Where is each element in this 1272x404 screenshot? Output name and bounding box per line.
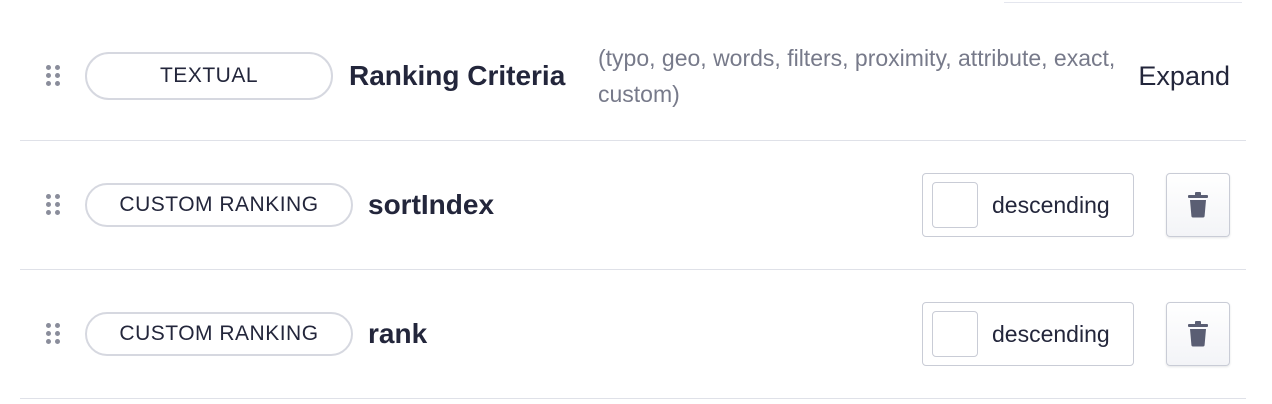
- ranking-criteria-list: TEXTUAL Ranking Criteria (typo, geo, wor…: [20, 12, 1246, 399]
- criterion-name: sortIndex: [368, 189, 495, 220]
- criterion-type-badge: CUSTOM RANKING: [85, 312, 353, 356]
- sort-order-label: descending: [992, 191, 1110, 218]
- top-divider: [1004, 0, 1242, 3]
- sort-order-label: descending: [992, 320, 1110, 347]
- sort-order-toggle[interactable]: descending: [922, 173, 1134, 237]
- drag-handle-icon[interactable]: [46, 323, 60, 345]
- sort-order-toggle[interactable]: descending: [922, 302, 1134, 366]
- sort-order-checkbox[interactable]: [932, 182, 978, 228]
- ranking-row-sortindex: CUSTOM RANKING sortIndex descending: [20, 141, 1246, 270]
- criterion-name: rank: [368, 318, 428, 349]
- criterion-description: (typo, geo, words, filters, proximity, a…: [598, 45, 1116, 107]
- delete-button[interactable]: [1166, 302, 1230, 366]
- ranking-row-rank: CUSTOM RANKING rank descending: [20, 270, 1246, 399]
- drag-handle-icon[interactable]: [46, 65, 60, 87]
- trash-icon: [1188, 321, 1208, 347]
- trash-icon: [1188, 192, 1208, 218]
- drag-handle-icon[interactable]: [46, 194, 60, 216]
- delete-button[interactable]: [1166, 173, 1230, 237]
- criterion-type-badge: CUSTOM RANKING: [85, 183, 353, 227]
- expand-button[interactable]: Expand: [1138, 61, 1230, 92]
- ranking-row-textual: TEXTUAL Ranking Criteria (typo, geo, wor…: [20, 12, 1246, 141]
- sort-order-checkbox[interactable]: [932, 311, 978, 357]
- criterion-type-badge: TEXTUAL: [85, 52, 333, 100]
- criterion-name: Ranking Criteria: [349, 60, 566, 91]
